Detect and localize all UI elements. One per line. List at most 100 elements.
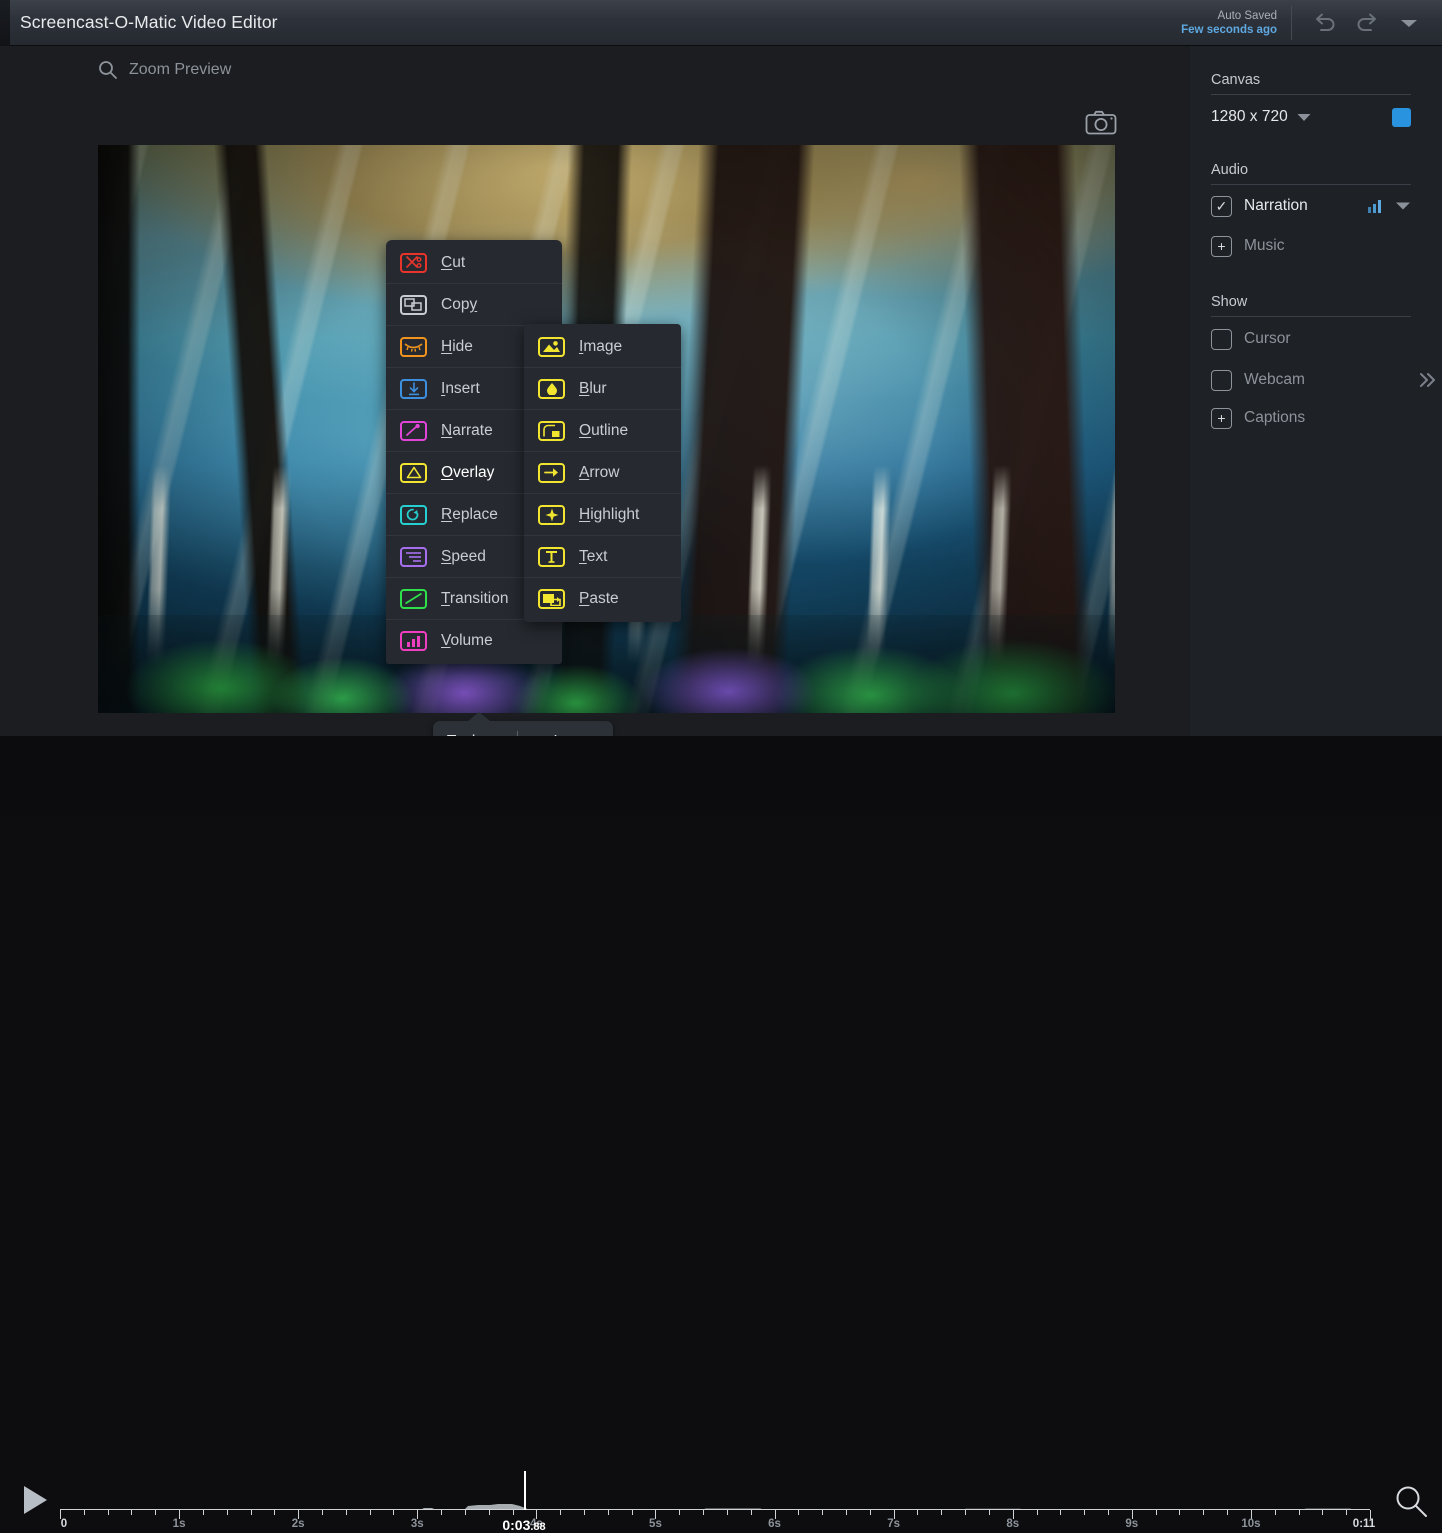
- chevron-down-icon[interactable]: [1395, 201, 1411, 211]
- properties-panel: Canvas 1280 x 720 Audio ✓ Narration: [1190, 46, 1442, 817]
- chevron-down-icon: [1398, 16, 1420, 30]
- timeline-ruler[interactable]: 01s2s3s4s5s6s7s8s9s10s0:11: [60, 1509, 1370, 1510]
- ruler-tick: [1346, 1510, 1347, 1515]
- captions-label: Captions: [1244, 409, 1305, 427]
- menu-item-label: Hide: [441, 338, 473, 356]
- outline-icon: [538, 421, 565, 441]
- magnifier-icon: [1393, 1484, 1431, 1522]
- ruler-tick: [1060, 1510, 1061, 1515]
- menu-item-label: Cut: [441, 254, 465, 272]
- cursor-checkbox[interactable]: [1211, 329, 1232, 350]
- submenu-item-label: Outline: [579, 422, 628, 440]
- ruler-label: 2s: [292, 1518, 305, 1530]
- ruler-tick: [1322, 1510, 1323, 1515]
- menu-item-volume[interactable]: Volume: [386, 620, 562, 662]
- submenu-item-label: Paste: [579, 590, 619, 608]
- ruler-tick: [393, 1510, 394, 1515]
- undo-icon: [1312, 13, 1338, 33]
- narrate-icon: [400, 421, 427, 441]
- canvas-section: Canvas 1280 x 720: [1211, 72, 1411, 139]
- history-menu-button[interactable]: [1392, 6, 1426, 40]
- submenu-item-image[interactable]: Image: [524, 326, 681, 368]
- submenu-item-label: Arrow: [579, 464, 619, 482]
- canvas-section-title: Canvas: [1211, 72, 1411, 95]
- paste-icon: [538, 589, 565, 609]
- ruler-label: 0:11: [1353, 1518, 1375, 1530]
- timeline-playhead[interactable]: [524, 1471, 526, 1510]
- audio-levels-icon[interactable]: [1367, 199, 1383, 213]
- ruler-tick: [1203, 1510, 1204, 1515]
- play-button[interactable]: [20, 1484, 50, 1516]
- playhead-time-label: 0:03.88: [502, 1517, 545, 1533]
- ruler-tick: [1037, 1510, 1038, 1515]
- ruler-tick: [1084, 1510, 1085, 1515]
- ruler-tick: [274, 1510, 275, 1515]
- canvas-size-dropdown[interactable]: 1280 x 720: [1211, 108, 1311, 126]
- narration-checkbox[interactable]: ✓: [1211, 196, 1232, 217]
- ruler-tick: [227, 1510, 228, 1515]
- menu-item-copy[interactable]: Copy: [386, 284, 562, 326]
- menu-item-label: Narrate: [441, 422, 493, 440]
- menu-item-label: Insert: [441, 380, 480, 398]
- webcam-row[interactable]: Webcam: [1211, 361, 1411, 399]
- ruler-tick: [822, 1510, 823, 1515]
- submenu-item-outline[interactable]: Outline: [524, 410, 681, 452]
- replace-icon: [400, 505, 427, 525]
- ruler-tick: [513, 1510, 514, 1515]
- canvas-color-swatch[interactable]: [1392, 108, 1411, 127]
- overlay-submenu[interactable]: Image Blur Outline Arrow HighlightText Paste: [524, 324, 681, 622]
- ruler-tick: [941, 1510, 942, 1515]
- submenu-item-blur[interactable]: Blur: [524, 368, 681, 410]
- highlight-icon: [538, 505, 565, 525]
- chevron-double-right-icon: [1418, 370, 1438, 390]
- ruler-tick: [679, 1510, 680, 1515]
- ruler-tick: [1156, 1510, 1157, 1515]
- undo-button[interactable]: [1308, 6, 1342, 40]
- redo-button[interactable]: [1350, 6, 1384, 40]
- music-row[interactable]: + Music: [1211, 227, 1411, 265]
- submenu-item-arrow[interactable]: Arrow: [524, 452, 681, 494]
- menu-item-cut[interactable]: Cut: [386, 242, 562, 284]
- screenshot-button[interactable]: [1085, 110, 1117, 141]
- narration-label: Narration: [1244, 197, 1308, 215]
- timeline[interactable]: 01s2s3s4s5s6s7s8s9s10s0:11 0:03.88: [0, 736, 1442, 817]
- submenu-item-highlight[interactable]: Highlight: [524, 494, 681, 536]
- ruler-tick: [632, 1510, 633, 1515]
- volume-icon: [400, 631, 427, 651]
- timeline-zoom-button[interactable]: [1393, 1484, 1431, 1527]
- arrow-icon: [538, 463, 565, 483]
- submenu-item-label: Blur: [579, 380, 607, 398]
- ruler-tick: [1179, 1510, 1180, 1515]
- hide-icon: [400, 337, 427, 357]
- captions-row[interactable]: + Captions: [1211, 399, 1411, 437]
- ruler-tick: [560, 1510, 561, 1515]
- ruler-tick: [703, 1510, 704, 1515]
- music-label: Music: [1244, 237, 1284, 255]
- history-controls: [1292, 6, 1442, 40]
- autosave-status: Auto Saved Few seconds ago: [1181, 6, 1292, 40]
- narration-row[interactable]: ✓ Narration: [1211, 185, 1411, 227]
- submenu-item-text[interactable]: Text: [524, 536, 681, 578]
- ruler-tick: [870, 1510, 871, 1515]
- ruler-tick: [989, 1510, 990, 1515]
- title-bar: Screencast-O-Matic Video Editor Auto Sav…: [0, 0, 1442, 46]
- ruler-tick: [608, 1510, 609, 1515]
- captions-add-button[interactable]: +: [1211, 408, 1232, 429]
- ruler-label: 3s: [411, 1518, 424, 1530]
- cursor-row[interactable]: Cursor: [1211, 317, 1411, 361]
- ruler-label: 1s: [173, 1518, 186, 1530]
- ruler-label: 8s: [1006, 1518, 1019, 1530]
- ruler-label: 6s: [768, 1518, 781, 1530]
- submenu-item-paste[interactable]: Paste: [524, 578, 681, 620]
- show-section-title: Show: [1211, 294, 1411, 317]
- canvas-size-row: 1280 x 720: [1211, 95, 1411, 139]
- zoom-preview-control[interactable]: Zoom Preview: [98, 60, 231, 80]
- menu-item-label: Speed: [441, 548, 486, 566]
- webcam-checkbox[interactable]: [1211, 370, 1232, 391]
- overlay-icon: [400, 463, 427, 483]
- ruler-tick: [1299, 1510, 1300, 1515]
- cut-icon: [400, 253, 427, 273]
- insert-icon: [400, 379, 427, 399]
- panel-collapse-button[interactable]: [1418, 370, 1438, 396]
- music-add-button[interactable]: +: [1211, 236, 1232, 257]
